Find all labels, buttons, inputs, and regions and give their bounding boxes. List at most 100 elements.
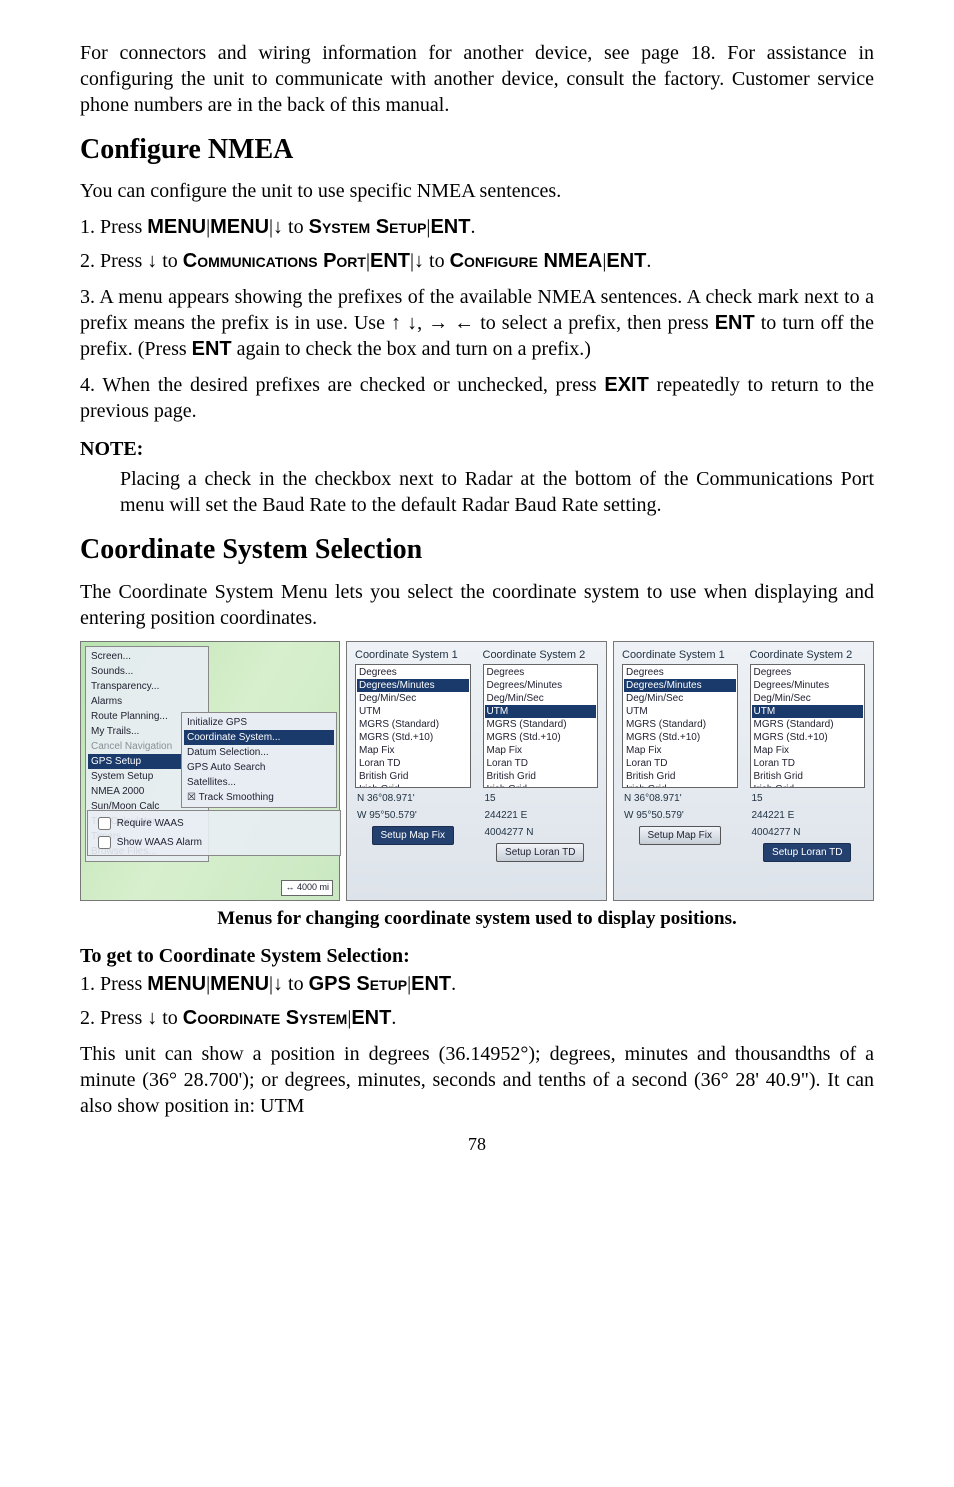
coord-sys-1-listbox[interactable]: Degrees Degrees/Minutes Deg/Min/Sec UTM … — [355, 664, 471, 788]
utm-e: 244221 E — [746, 807, 870, 824]
list-item[interactable]: MGRS (Std.+10) — [485, 731, 597, 744]
submenu-item[interactable]: Initialize GPS — [184, 715, 334, 730]
arrow-down-icon: ↓ — [407, 312, 417, 334]
list-item[interactable]: Loran TD — [624, 757, 736, 770]
coord-sys-1-listbox[interactable]: Degrees Degrees/Minutes Deg/Min/Sec UTM … — [622, 664, 738, 788]
step1-menu1: MENU — [147, 216, 206, 238]
list-item[interactable]: Irish Grid — [357, 783, 469, 788]
step-4: 4. When the desired prefixes are checked… — [80, 372, 874, 424]
list-item[interactable]: UTM — [624, 705, 736, 718]
list-item[interactable]: Deg/Min/Sec — [752, 692, 864, 705]
list-item[interactable]: MGRS (Standard) — [752, 718, 864, 731]
arrow-down-icon: ↓ — [147, 1007, 157, 1029]
list-item[interactable]: Irish Grid — [752, 783, 864, 788]
arrow-left-icon: ← — [454, 312, 474, 334]
list-item[interactable]: British Grid — [357, 770, 469, 783]
show-waas-checkbox[interactable]: Show WAAS Alarm — [94, 837, 202, 848]
submenu-item[interactable]: Satellites... — [184, 775, 334, 790]
list-item[interactable]: MGRS (Standard) — [357, 718, 469, 731]
figure-caption: Menus for changing coordinate system use… — [80, 907, 874, 932]
period: . — [451, 973, 456, 995]
list-item[interactable]: Loran TD — [485, 757, 597, 770]
step1-pre: 1. Press — [80, 216, 147, 238]
list-item[interactable]: Deg/Min/Sec — [624, 692, 736, 705]
submenu-item[interactable]: GPS Auto Search — [184, 760, 334, 775]
setup-loran-td-button[interactable]: Setup Loran TD — [763, 843, 851, 862]
list-item[interactable]: MGRS (Standard) — [624, 718, 736, 731]
screenshot-coord-2: Coordinate System 1 Degrees Degrees/Minu… — [613, 641, 874, 901]
list-item[interactable]: Map Fix — [624, 744, 736, 757]
step4-exit: EXIT — [604, 374, 648, 396]
coord-w: W 95°50.579' — [351, 807, 475, 824]
arrow-down-icon: ↓ — [273, 216, 283, 238]
list-item[interactable]: MGRS (Std.+10) — [357, 731, 469, 744]
submenu-list: Initialize GPS Coordinate System... Datu… — [181, 712, 337, 808]
list-item[interactable]: British Grid — [752, 770, 864, 783]
list-item[interactable]: Irish Grid — [624, 783, 736, 788]
setup-map-fix-button[interactable]: Setup Map Fix — [639, 826, 721, 845]
list-item[interactable]: Degrees — [624, 666, 736, 679]
coord-n: N 36°08.971' — [618, 790, 742, 807]
list-item[interactable]: Irish Grid — [485, 783, 597, 788]
coord-sys-2-listbox[interactable]: Degrees Degrees/Minutes Deg/Min/Sec UTM … — [483, 664, 599, 788]
list-item[interactable]: Map Fix — [752, 744, 864, 757]
menu-item[interactable]: Alarms — [88, 694, 206, 709]
stepA-ent: ENT — [411, 973, 451, 995]
list-item[interactable]: Map Fix — [357, 744, 469, 757]
menu-item[interactable]: Screen... — [88, 649, 206, 664]
utm-n: 4004277 N — [746, 824, 870, 841]
coord-sys-1-title: Coordinate System 1 — [351, 646, 475, 664]
step4-a: 4. When the desired prefixes are checked… — [80, 374, 604, 396]
list-item[interactable]: Degrees — [357, 666, 469, 679]
stepA-gps-setup: GPS Setup — [309, 973, 407, 995]
list-item[interactable]: Loran TD — [752, 757, 864, 770]
list-item[interactable]: UTM — [357, 705, 469, 718]
coord-n: N 36°08.971' — [351, 790, 475, 807]
list-item-selected[interactable]: Degrees/Minutes — [357, 679, 469, 692]
utm-zone: 15 — [479, 790, 603, 807]
submenu-item-selected[interactable]: Coordinate System... — [184, 730, 334, 745]
intro-paragraph: For connectors and wiring information fo… — [80, 40, 874, 118]
coord-sys-2-title: Coordinate System 2 — [479, 646, 603, 664]
arrow-up-icon: ↑ — [391, 312, 401, 334]
screenshot-coord-1: Coordinate System 1 Degrees Degrees/Minu… — [346, 641, 607, 901]
list-item[interactable]: Degrees/Minutes — [752, 679, 864, 692]
submenu-item[interactable]: ☒ Track Smoothing — [184, 790, 334, 805]
coord-sys-2-listbox[interactable]: Degrees Degrees/Minutes Deg/Min/Sec UTM … — [750, 664, 866, 788]
list-item-selected[interactable]: Degrees/Minutes — [624, 679, 736, 692]
menu-item[interactable]: Transparency... — [88, 679, 206, 694]
stepB-pre: 2. Press — [80, 1007, 147, 1029]
require-waas-checkbox[interactable]: Require WAAS — [94, 818, 184, 829]
list-item[interactable]: Loran TD — [357, 757, 469, 770]
list-item[interactable]: Degrees/Minutes — [485, 679, 597, 692]
list-item[interactable]: Deg/Min/Sec — [485, 692, 597, 705]
list-item[interactable]: British Grid — [485, 770, 597, 783]
map-scale-badge: ↔ 4000 mi — [281, 880, 333, 896]
stepA-menu2: MENU — [210, 973, 269, 995]
list-item[interactable]: MGRS (Std.+10) — [752, 731, 864, 744]
step2-to2: to — [424, 250, 450, 272]
setup-map-fix-button[interactable]: Setup Map Fix — [372, 826, 454, 845]
step-b: 2. Press ↓ to Coordinate System|ENT. — [80, 1005, 874, 1031]
step2-ent2: ENT — [606, 250, 646, 272]
setup-loran-td-button[interactable]: Setup Loran TD — [496, 843, 584, 862]
list-item[interactable]: Degrees — [485, 666, 597, 679]
menu-item[interactable]: Sounds... — [88, 664, 206, 679]
list-item[interactable]: MGRS (Standard) — [485, 718, 597, 731]
step3-ent2: ENT — [192, 338, 232, 360]
step1-ent: ENT — [430, 216, 470, 238]
list-item[interactable]: Map Fix — [485, 744, 597, 757]
list-item[interactable]: MGRS (Std.+10) — [624, 731, 736, 744]
coord-sys-2-title: Coordinate System 2 — [746, 646, 870, 664]
arrow-down-icon: ↓ — [273, 973, 283, 995]
submenu-item[interactable]: Datum Selection... — [184, 745, 334, 760]
step3-d: again to check the box and turn on a pre… — [232, 338, 591, 360]
screenshot-menu: Screen... Sounds... Transparency... Alar… — [80, 641, 340, 901]
list-item-selected[interactable]: UTM — [752, 705, 864, 718]
list-item[interactable]: Deg/Min/Sec — [357, 692, 469, 705]
page-number: 78 — [80, 1133, 874, 1156]
list-item-selected[interactable]: UTM — [485, 705, 597, 718]
list-item[interactable]: British Grid — [624, 770, 736, 783]
list-item[interactable]: Degrees — [752, 666, 864, 679]
step-a: 1. Press MENU|MENU|↓ to GPS Setup|ENT. — [80, 971, 874, 997]
